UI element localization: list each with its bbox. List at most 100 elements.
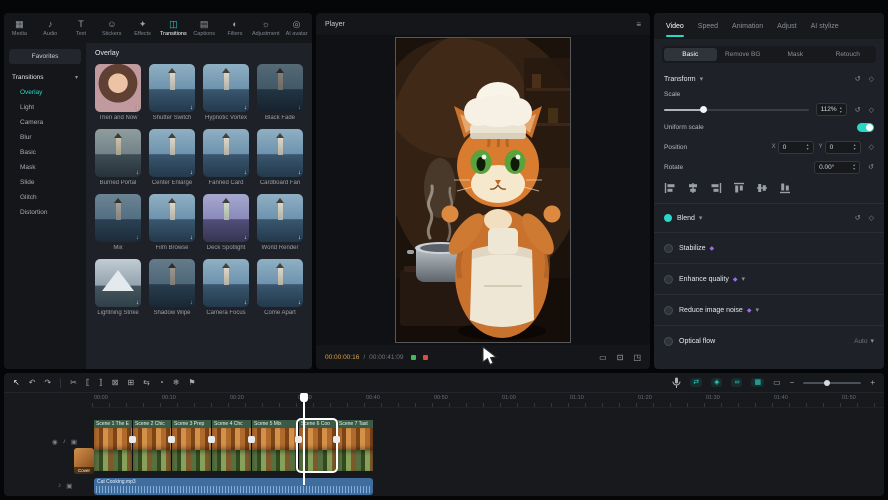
aspect-ratio-icon[interactable]: ▭: [599, 353, 607, 362]
chevron-down-icon[interactable]: ▾: [870, 337, 874, 345]
track-lock-icon[interactable]: ▣: [66, 482, 72, 490]
preview-monitor-icon[interactable]: ▭: [773, 379, 781, 387]
transition-item[interactable]: ↓Come Apart: [257, 259, 303, 316]
blend-section-row[interactable]: Blend ▾ ↺ ◇: [664, 207, 874, 229]
subtab-mask[interactable]: Mask: [769, 48, 822, 61]
timeline-zoom-slider[interactable]: [803, 382, 861, 384]
chevron-down-icon[interactable]: ▾: [700, 75, 704, 83]
rotate-field[interactable]: 0.00° ▴▾: [814, 161, 860, 174]
transition-item[interactable]: ↓Camera Focus: [203, 259, 249, 316]
transition-item[interactable]: ↓Shadow Wipe: [149, 259, 195, 316]
transition-marker[interactable]: [129, 436, 136, 443]
audio-clip[interactable]: Cat Cooking.mp3: [94, 478, 373, 495]
transition-item[interactable]: ↓Hypnotic Vortex: [203, 64, 249, 121]
reduce-noise-section-row[interactable]: Reduce image noise ◆ ▾: [664, 298, 874, 322]
keyframe-icon[interactable]: ◇: [869, 143, 874, 151]
transition-item[interactable]: ↓Shutter Switch: [149, 64, 195, 121]
redo-icon[interactable]: ↷: [44, 379, 51, 387]
zoom-in-icon[interactable]: +: [870, 379, 875, 387]
track-mute-icon[interactable]: ♪: [58, 482, 61, 490]
tab-media[interactable]: ▦Media: [4, 13, 35, 43]
reset-icon[interactable]: ↺: [868, 163, 874, 171]
stepper-down-icon[interactable]: ▾: [840, 110, 842, 114]
stepper-down-icon[interactable]: ▾: [854, 147, 856, 151]
transition-item[interactable]: ↓Fanned Card: [203, 129, 249, 186]
scale-value-box[interactable]: 112% ▴▾: [816, 103, 847, 116]
transition-marker[interactable]: [168, 436, 175, 443]
tab-transitions[interactable]: ◫Transitions: [158, 13, 189, 43]
select-tool-icon[interactable]: ↖: [13, 379, 20, 387]
trim-left-icon[interactable]: ⟦: [86, 379, 90, 387]
chevron-down-icon[interactable]: ▾: [755, 306, 759, 314]
track-toggle-icon[interactable]: ◉: [52, 438, 58, 446]
marker-icon[interactable]: ⚑: [188, 379, 195, 387]
sidebar-group-transitions[interactable]: Transitions ▾: [9, 70, 81, 85]
align-left-icon[interactable]: [664, 182, 676, 194]
scale-slider-knob[interactable]: [700, 106, 707, 113]
position-y-field[interactable]: 0 ▴▾: [825, 141, 861, 154]
tab-audio[interactable]: ♪Audio: [35, 13, 66, 43]
playhead[interactable]: [303, 393, 305, 485]
transition-item[interactable]: ↓Mix: [95, 194, 141, 251]
align-center-horizontal-icon[interactable]: [687, 182, 699, 194]
tab-text[interactable]: TText: [66, 13, 97, 43]
transition-item[interactable]: ↓Film Browse: [149, 194, 195, 251]
timeline-clip[interactable]: Scene 1 The E: [94, 420, 132, 471]
tab-captions[interactable]: ▤Captions: [189, 13, 220, 43]
zoom-out-icon[interactable]: −: [790, 379, 795, 387]
timeline-clip[interactable]: Scene 4 Chc: [211, 420, 251, 471]
speed-icon[interactable]: ◔: [159, 379, 164, 387]
tab-animation[interactable]: Animation: [725, 13, 770, 39]
video-preview[interactable]: [396, 38, 570, 342]
sidebar-item-camera[interactable]: Camera: [9, 115, 81, 130]
track-lock-icon[interactable]: ▣: [71, 438, 77, 446]
transition-item[interactable]: ↓Center Enlarge: [149, 129, 195, 186]
linking-icon[interactable]: ∞: [731, 378, 742, 387]
sidebar-item-slide[interactable]: Slide: [9, 175, 81, 190]
fit-preview-icon[interactable]: ⊡: [617, 353, 624, 362]
crop-icon[interactable]: ⊞: [127, 379, 134, 387]
tab-ai-stylize[interactable]: AI stylize: [804, 13, 846, 39]
track-mute-icon[interactable]: ♪: [63, 438, 66, 446]
zoom-slider-knob[interactable]: [824, 380, 830, 386]
transition-item[interactable]: ↓Deck Spotlight: [203, 194, 249, 251]
transition-item[interactable]: ↓Black Fade: [257, 64, 303, 121]
trim-right-icon[interactable]: ⟧: [99, 379, 103, 387]
tab-speed[interactable]: Speed: [691, 13, 725, 39]
chevron-down-icon[interactable]: ▾: [741, 275, 745, 283]
tab-ai-avatar[interactable]: ◎AI avatar: [281, 13, 312, 43]
position-x-field[interactable]: 0 ▴▾: [778, 141, 814, 154]
fullscreen-icon[interactable]: ◳: [633, 353, 641, 362]
tab-video[interactable]: Video: [659, 13, 691, 39]
stepper-down-icon[interactable]: ▾: [853, 167, 855, 171]
transition-item[interactable]: ↓World Render: [257, 194, 303, 251]
reset-icon[interactable]: ↺: [855, 106, 861, 114]
auto-ripple-icon[interactable]: ⇄: [690, 378, 702, 387]
subtab-basic[interactable]: Basic: [664, 48, 717, 61]
keyframe-icon[interactable]: ◇: [869, 106, 874, 114]
optical-flow-section-row[interactable]: Optical flow Auto ▾: [664, 329, 874, 353]
player-menu-icon[interactable]: ≡: [636, 20, 641, 29]
optical-flow-value[interactable]: Auto: [854, 338, 867, 345]
sidebar-item-distortion[interactable]: Distortion: [9, 205, 81, 220]
chevron-down-icon[interactable]: ▾: [699, 214, 703, 222]
transition-item[interactable]: ↓Burned Portal: [95, 129, 141, 186]
transition-item[interactable]: ↓Then and Now: [95, 64, 141, 121]
sidebar-item-basic[interactable]: Basic: [9, 145, 81, 160]
snapping-icon[interactable]: ◈: [711, 378, 722, 387]
tab-effects[interactable]: ✦Effects: [127, 13, 158, 43]
sidebar-item-glitch[interactable]: Glitch: [9, 190, 81, 205]
mirror-icon[interactable]: ⇆: [143, 379, 150, 387]
transition-marker[interactable]: [208, 436, 215, 443]
stepper-down-icon[interactable]: ▾: [807, 147, 809, 151]
transition-marker[interactable]: [248, 436, 255, 443]
delete-icon[interactable]: ⊠: [112, 379, 119, 387]
keyframe-icon[interactable]: ◇: [869, 214, 874, 222]
tab-filters[interactable]: ◐Filters: [220, 13, 251, 43]
freeze-frame-icon[interactable]: ❄: [173, 379, 180, 387]
align-bottom-icon[interactable]: [779, 182, 791, 194]
timeline-clip[interactable]: Scene 2 Chic: [132, 420, 171, 471]
transition-marker[interactable]: [333, 436, 340, 443]
favorites-button[interactable]: Favorites: [9, 49, 81, 64]
timeline-ruler[interactable]: 00:00 00:10 00:20 00:30 00:40 00:50 01:0…: [92, 393, 884, 408]
